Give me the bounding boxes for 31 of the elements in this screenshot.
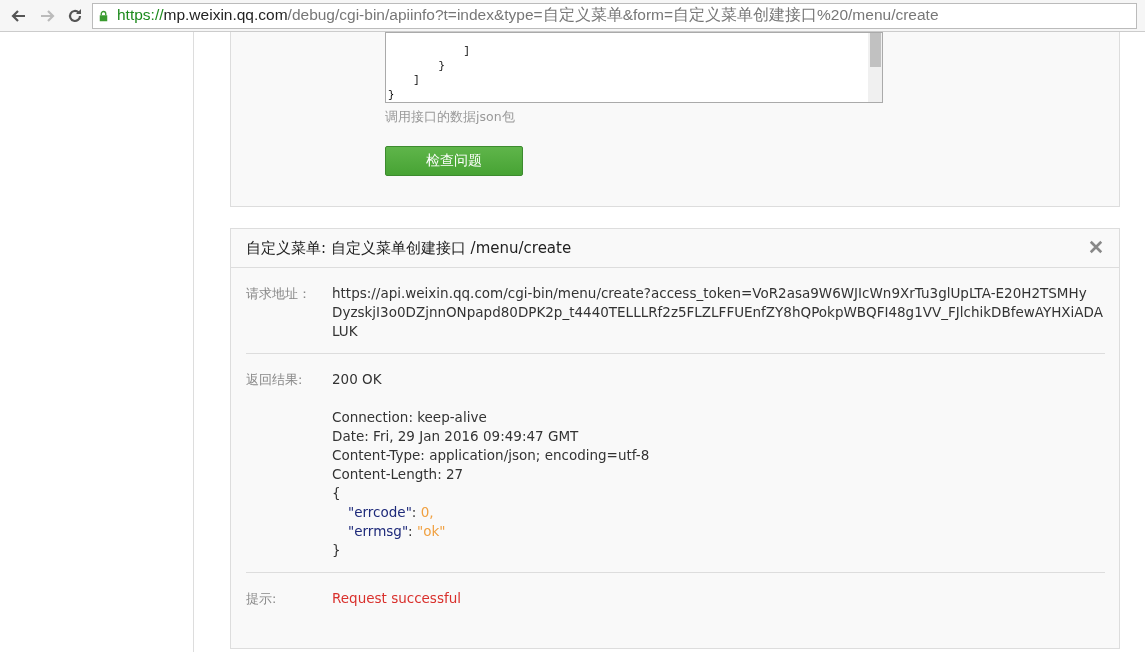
status-text: 200 OK	[332, 370, 383, 389]
scrollbar[interactable]	[868, 33, 882, 102]
json-value: 0,	[420, 504, 434, 520]
field-hint: 调用接口的数据json包	[385, 109, 515, 126]
json-colon: :	[408, 523, 413, 539]
address-bar[interactable]: https://mp.weixin.qq.com/debug/cgi-bin/apiinfo?t=index&type=自定义菜单&form=自定义菜单创建接口%20/menu/create	[92, 2, 1137, 29]
header-line: Content-Type: application/json; encoding=utf-8	[332, 446, 651, 465]
close-icon	[1089, 239, 1103, 255]
json-brace: }	[332, 541, 342, 560]
json-value: "ok"	[416, 523, 446, 539]
json-code: ] } ] }	[387, 44, 471, 102]
field-label: 提示:	[246, 590, 278, 608]
panel-title: 自定义菜单: 自定义菜单创建接口 /menu/create	[246, 238, 572, 258]
header-line: Date: Fri, 29 Jan 2016 09:49:47 GMT	[332, 427, 580, 446]
request-url: DyzskjI3o0DZjnnONpapd80DPK2p_t4440TELLLRf2z5FLZLFFUEnfZY8hQPokpWBQFI48g1VV_FJlchikDBfewAYHXiADA	[332, 303, 1104, 322]
back-arrow-icon	[11, 7, 27, 24]
header-line: Content-Length: 27	[332, 465, 465, 484]
header-line: Connection: keep-alive	[332, 408, 488, 427]
result-message: Request successful	[332, 589, 462, 608]
json-colon: :	[411, 504, 417, 520]
reload-icon	[67, 7, 83, 24]
forward-arrow-icon	[39, 7, 55, 24]
request-url: https://api.weixin.qq.com/cgi-bin/menu/create?access_token=VoR2asa9W6WJIcWn9XrTu3glUpLTA-E20H2TSMHy	[332, 284, 1088, 303]
json-brace: {	[332, 484, 342, 503]
json-key: "errcode"	[348, 504, 412, 520]
request-url: LUK	[332, 322, 359, 341]
json-textarea[interactable]: ] } ] }	[385, 32, 883, 103]
url-text: https://mp.weixin.qq.com/debug/cgi-bin/apiinfo?t=index&type=自定义菜单&form=自定义菜单创建接口%20/menu/create	[117, 5, 939, 25]
field-label: 请求地址：	[246, 285, 312, 303]
field-label: 返回结果:	[246, 371, 304, 389]
json-key: "errmsg"	[348, 523, 409, 539]
